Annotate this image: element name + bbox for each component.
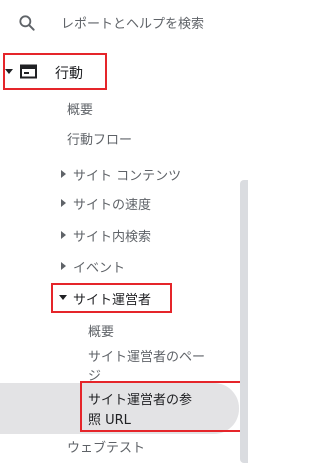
nav-overview[interactable]: 概要 bbox=[0, 95, 248, 121]
nav-behavior-flow-label: 行動フロー bbox=[67, 133, 133, 148]
highlight-box-referring-url bbox=[80, 381, 243, 432]
chevron-right-icon bbox=[61, 170, 66, 178]
nav-web-test-label: ウェブテスト bbox=[67, 441, 146, 456]
search-icon bbox=[19, 15, 35, 31]
nav-site-speed-label: サイトの速度 bbox=[73, 198, 152, 213]
chevron-right-icon bbox=[61, 231, 66, 239]
chevron-right-icon bbox=[61, 262, 66, 270]
nav-site-content[interactable]: サイト コンテンツ bbox=[0, 161, 248, 187]
highlight-box-behavior bbox=[3, 53, 107, 90]
nav-events[interactable]: イベント bbox=[0, 253, 248, 279]
nav-site-search[interactable]: サイト内検索 bbox=[0, 222, 248, 248]
nav-publisher-overview[interactable]: 概要 bbox=[0, 318, 248, 342]
scrollbar[interactable] bbox=[240, 180, 248, 463]
nav-site-speed[interactable]: サイトの速度 bbox=[0, 190, 248, 216]
nav-publisher-overview-label: 概要 bbox=[88, 325, 115, 340]
nav-publisher-pages[interactable]: サイト運営者のペー ジ bbox=[0, 343, 248, 384]
nav-behavior-flow[interactable]: 行動フロー bbox=[0, 125, 248, 151]
nav-web-test[interactable]: ウェブテスト bbox=[0, 433, 248, 459]
chevron-right-icon bbox=[61, 199, 66, 207]
nav-site-search-label: サイト内検索 bbox=[73, 230, 152, 245]
search-bar[interactable]: レポートとヘルプを検索 bbox=[0, 0, 248, 44]
nav-events-label: イベント bbox=[73, 261, 126, 276]
nav-site-content-label: サイト コンテンツ bbox=[73, 169, 182, 184]
nav-overview-label: 概要 bbox=[67, 103, 94, 118]
highlight-box-publisher bbox=[51, 283, 172, 313]
search-placeholder: レポートとヘルプを検索 bbox=[61, 17, 205, 32]
nav-publisher-pages-label-line1: サイト運営者のペー bbox=[88, 350, 206, 365]
